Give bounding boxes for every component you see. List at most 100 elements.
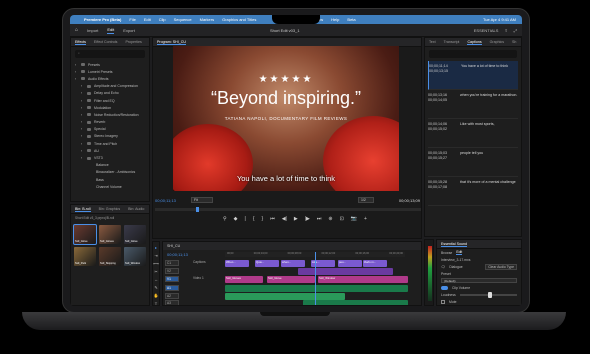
- chevron-right-icon[interactable]: ›: [81, 142, 84, 146]
- in-point-icon[interactable]: |: [245, 216, 246, 222]
- chevron-right-icon[interactable]: ›: [81, 120, 84, 124]
- menu-beta[interactable]: Beta: [347, 17, 355, 22]
- effects-tree-item[interactable]: › Modulation: [75, 104, 145, 111]
- tab-effects[interactable]: Effects: [75, 40, 86, 45]
- menu-edit[interactable]: Edit: [144, 17, 151, 22]
- bin-clip-thumbnail[interactable]: SHI_Window: [124, 247, 146, 266]
- menu-app-name[interactable]: Premiere Pro (Beta): [84, 17, 121, 22]
- edit-tab[interactable]: Edit: [107, 27, 115, 34]
- pen-tool-icon[interactable]: ✎: [154, 285, 157, 290]
- effects-search-input[interactable]: ⌕: [75, 50, 145, 58]
- tab-bin-audio[interactable]: Bin: Audio: [128, 207, 144, 211]
- razor-tool-icon[interactable]: ✂: [154, 269, 157, 274]
- tab-bin-broll[interactable]: Bin: B-roll: [75, 207, 91, 212]
- loudness-slider-knob[interactable]: [488, 291, 493, 298]
- bin-clip-thumbnail[interactable]: SHI_Gloves: [99, 225, 121, 244]
- track-target-toggle[interactable]: V2: [165, 268, 179, 274]
- effects-tree-item[interactable]: › VST3: [75, 154, 145, 161]
- effects-tree-item[interactable]: › AU: [75, 147, 145, 154]
- fullscreen-icon[interactable]: ⤢: [514, 28, 517, 33]
- caption-text[interactable]: that it's more of a mental challenge: [460, 180, 516, 205]
- export-frame-icon[interactable]: 📷: [351, 216, 357, 222]
- video-clip[interactable]: SHI_Glove: [267, 275, 315, 283]
- effects-tree-item[interactable]: › Reverb: [75, 119, 145, 126]
- menu-graphics[interactable]: Graphics and Titles: [222, 17, 256, 22]
- video-clip[interactable]: SHI_Gloves: [225, 275, 263, 283]
- tab-browse[interactable]: Browse: [441, 251, 452, 255]
- play-icon[interactable]: ▶: [294, 216, 298, 222]
- chevron-right-icon[interactable]: ›: [81, 106, 84, 110]
- track-target-toggle[interactable]: V1: [165, 276, 179, 282]
- menu-file[interactable]: File: [129, 17, 135, 22]
- tab-captions[interactable]: Captions: [467, 40, 482, 45]
- chevron-right-icon[interactable]: ›: [75, 70, 78, 74]
- slip-tool-icon[interactable]: ↔: [154, 277, 158, 282]
- caption-text[interactable]: You have a lot of time to think: [461, 64, 508, 89]
- menu-clock[interactable]: Tue Apr 4 9:41 AM: [483, 17, 516, 22]
- tab-properties[interactable]: Properties: [125, 40, 141, 44]
- effects-tree-item[interactable]: › Special: [75, 126, 145, 133]
- tab-text[interactable]: Text: [429, 40, 436, 44]
- effects-tree-item[interactable]: Balance: [75, 162, 145, 169]
- zoom-select[interactable]: Fit: [191, 197, 213, 203]
- menu-clip[interactable]: Clip: [159, 17, 166, 22]
- essential-sound-title[interactable]: Essential Sound: [441, 242, 467, 247]
- track-target-toggle[interactable]: A3: [165, 300, 179, 305]
- effects-tree-item[interactable]: › Delay and Echo: [75, 90, 145, 97]
- chevron-right-icon[interactable]: ›: [81, 127, 84, 131]
- step-back-icon[interactable]: ◀|: [282, 216, 287, 222]
- caption-item[interactable]: 00;00;13;16 00;00;14;05 when you're traini…: [428, 90, 518, 119]
- menu-sequence[interactable]: Sequence: [174, 17, 192, 22]
- hand-tool-icon[interactable]: ✋: [154, 293, 159, 298]
- bin-clip-thumbnail[interactable]: SHI_Glove: [124, 225, 146, 244]
- sequence-tab[interactable]: SHI_CU: [167, 244, 180, 248]
- effects-tree-item[interactable]: › Presets: [75, 61, 145, 68]
- export-tab[interactable]: Export: [123, 28, 135, 33]
- go-to-out-icon[interactable]: ⏭: [317, 216, 322, 222]
- chevron-right-icon[interactable]: ›: [81, 99, 84, 103]
- chevron-right-icon[interactable]: ›: [81, 113, 84, 117]
- chevron-right-icon[interactable]: ›: [81, 149, 84, 153]
- home-icon[interactable]: ⌂: [75, 27, 78, 33]
- tab-edit[interactable]: Edit: [456, 250, 463, 255]
- resolution-select[interactable]: 1/2: [358, 197, 374, 203]
- caption-item[interactable]: 00;00;11;14 00;00;13;15 You have a lot of …: [428, 61, 518, 90]
- effects-tree-item[interactable]: › Time and Pitch: [75, 140, 145, 147]
- caption-text[interactable]: when you're training for a marathon.: [460, 93, 517, 118]
- track-target-toggle[interactable]: A1: [165, 285, 179, 291]
- menu-markers[interactable]: Markers: [200, 17, 214, 22]
- caption-item[interactable]: 00;00;15;28 00;00;17;08 that it's more of …: [428, 177, 518, 206]
- timeline-timecode[interactable]: 00;00;11;13: [167, 252, 188, 257]
- audio-clip[interactable]: [303, 299, 408, 305]
- program-scrubber[interactable]: [155, 207, 421, 212]
- menu-help[interactable]: Help: [331, 17, 339, 22]
- step-forward-icon[interactable]: |▶: [305, 216, 310, 222]
- share-icon[interactable]: ⇪: [504, 28, 507, 33]
- chevron-right-icon[interactable]: ›: [81, 84, 84, 88]
- type-tool-icon[interactable]: T: [155, 301, 157, 305]
- playhead-timecode[interactable]: 00;00;11;13: [155, 198, 176, 203]
- mark-in-icon[interactable]: {: [253, 216, 255, 222]
- program-title[interactable]: Program: SHI_CU: [157, 40, 186, 45]
- caption-text[interactable]: people tell you: [460, 151, 483, 176]
- track-select-icon[interactable]: ⇥: [154, 253, 157, 258]
- workspace-menu[interactable]: ESSENTIALS: [474, 28, 499, 33]
- clip-volume-toggle[interactable]: [441, 285, 448, 290]
- timeline-playhead[interactable]: [315, 252, 316, 305]
- bin-clip-thumbnail[interactable]: SHI_Skipping: [99, 247, 121, 266]
- keyframe-icon[interactable]: ◆: [234, 216, 238, 222]
- video-clip[interactable]: SHI_Window: [318, 275, 408, 283]
- marker-icon[interactable]: ⚲: [223, 216, 227, 222]
- effects-tree-item[interactable]: › Amplitude and Compression: [75, 83, 145, 90]
- captions-search-input[interactable]: [429, 50, 517, 58]
- bin-clip-thumbnail[interactable]: SHI_Glove: [73, 224, 97, 245]
- preset-select[interactable]: (Default): [441, 278, 517, 283]
- effects-tree-item[interactable]: Binauralizer - Ambisonics: [75, 169, 145, 176]
- caption-clip[interactable]: Quie...: [255, 259, 279, 267]
- caption-item[interactable]: 00;00;14;06 00;00;15;02 Like with most spo…: [428, 119, 518, 148]
- insert-icon[interactable]: ⊕: [328, 216, 332, 222]
- track-target-toggle[interactable]: C1: [165, 260, 179, 266]
- chevron-right-icon[interactable]: ›: [81, 91, 84, 95]
- tab-graphics[interactable]: Graphics: [490, 40, 504, 44]
- bin-clip-thumbnail[interactable]: SHI_Park: [74, 247, 96, 266]
